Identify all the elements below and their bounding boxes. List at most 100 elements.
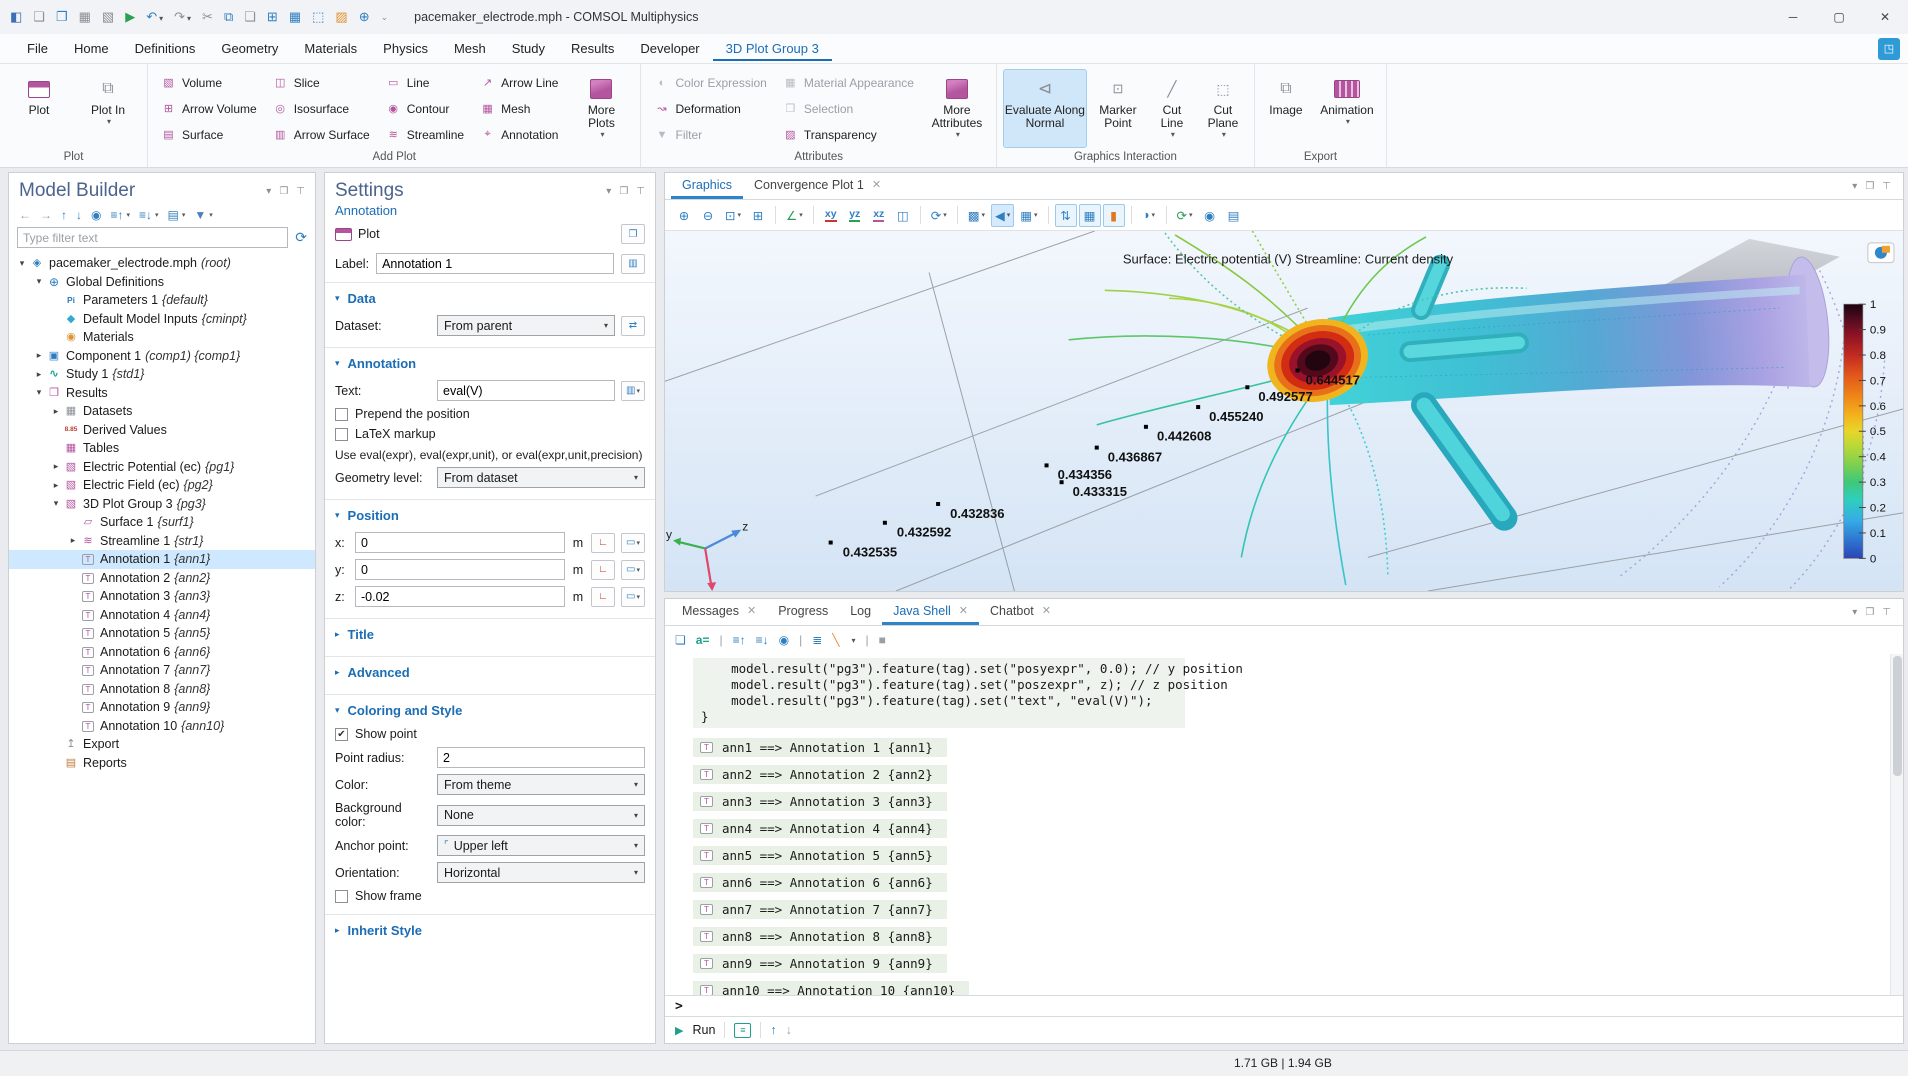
- qat-overflow-icon[interactable]: ⌄: [381, 12, 389, 23]
- close-tab-icon[interactable]: ✕: [747, 604, 756, 617]
- java-shell-output[interactable]: model.result("pg3").feature(tag).set("po…: [665, 654, 1903, 995]
- dataset-switch-button[interactable]: ⇄: [621, 316, 645, 336]
- filter-funnel-icon[interactable]: ▼: [194, 208, 206, 222]
- marker-point-button[interactable]: ⊡ Marker Point: [1090, 69, 1146, 148]
- orientation-select[interactable]: Horizontal▾: [437, 862, 645, 883]
- ribbon-slice-button[interactable]: ◫Slice: [266, 70, 377, 96]
- menu-definitions[interactable]: Definitions: [122, 35, 209, 62]
- find-icon[interactable]: ⊕: [359, 9, 370, 25]
- deselect-icon[interactable]: ▨: [335, 9, 347, 25]
- prepend-position-checkbox[interactable]: [335, 408, 348, 421]
- tree-item-surface-1[interactable]: Surface 1{surf1}: [9, 513, 315, 532]
- panel-pin-icon[interactable]: ⊤: [1882, 607, 1891, 618]
- panel-float-icon[interactable]: ❐: [619, 186, 628, 197]
- show-grid-icon[interactable]: ▦: [1079, 204, 1101, 227]
- save-icon[interactable]: ▦: [79, 9, 91, 25]
- open-file-icon[interactable]: ❐: [56, 9, 68, 25]
- history-up-icon[interactable]: ↑: [770, 1023, 776, 1037]
- history-down-icon[interactable]: ↓: [786, 1023, 792, 1037]
- plot-settings-button[interactable]: [1868, 243, 1894, 263]
- maximize-button[interactable]: ▢: [1816, 0, 1862, 34]
- ribbon-transparency-button[interactable]: ▨Transparency: [776, 122, 921, 148]
- tab-convergence-plot-1[interactable]: Convergence Plot 1✕: [743, 173, 892, 199]
- tree-item-component-1[interactable]: ▸Component 1(comp1) {comp1}: [9, 347, 315, 366]
- tab-graphics[interactable]: Graphics: [671, 173, 743, 199]
- tree-item-electric-potential-ec-[interactable]: ▸Electric Potential (ec){pg1}: [9, 458, 315, 477]
- menu-materials[interactable]: Materials: [291, 35, 370, 62]
- console-scrollbar[interactable]: [1890, 654, 1903, 995]
- plot-button[interactable]: Plot: [6, 69, 72, 148]
- back-icon[interactable]: ←: [19, 208, 31, 222]
- latex-markup-row[interactable]: LaTeX markup: [335, 424, 645, 444]
- select-box-icon[interactable]: ⬚: [312, 9, 324, 25]
- close-tab-icon[interactable]: ✕: [1042, 604, 1051, 617]
- refresh-icon[interactable]: ⟳: [295, 229, 307, 246]
- ribbon-mesh-button[interactable]: ▦Mesh: [473, 96, 565, 122]
- more-attributes-button[interactable]: More Attributes▾: [924, 69, 990, 148]
- panel-menu-icon[interactable]: ▾: [1852, 607, 1857, 618]
- tree-item-electric-field-ec-[interactable]: ▸Electric Field (ec){pg2}: [9, 476, 315, 495]
- color-palette-icon[interactable]: ◑▾: [1138, 204, 1160, 227]
- point-radius-input[interactable]: [437, 747, 645, 768]
- show-frame-row[interactable]: Show frame: [335, 886, 645, 906]
- default-view-icon[interactable]: ∠▾: [782, 204, 807, 227]
- tree-item-annotation-8[interactable]: Annotation 8{ann8}: [9, 680, 315, 699]
- ribbon-isosurface-button[interactable]: ◎Isosurface: [266, 96, 377, 122]
- show-color-legend-icon[interactable]: ▮: [1103, 204, 1125, 227]
- print-icon[interactable]: ▤: [1223, 204, 1245, 227]
- geometry-level-select[interactable]: From dataset▾: [437, 467, 645, 488]
- cut-icon[interactable]: ✂: [202, 9, 213, 25]
- position-x-input[interactable]: [355, 532, 565, 553]
- section-title[interactable]: ▸Title: [335, 622, 645, 648]
- move-down-icon[interactable]: ↓: [76, 208, 82, 222]
- panel-menu-icon[interactable]: ▾: [606, 186, 611, 197]
- menu-study[interactable]: Study: [499, 35, 558, 62]
- menu-home[interactable]: Home: [61, 35, 122, 62]
- ribbon-arrow-volume-button[interactable]: ⊞Arrow Volume: [154, 96, 264, 122]
- tree-item-annotation-3[interactable]: Annotation 3{ann3}: [9, 587, 315, 606]
- stop-icon[interactable]: ■: [879, 633, 886, 647]
- tree-filter-input[interactable]: [17, 227, 288, 248]
- settings-plot-button[interactable]: Plot: [335, 227, 380, 241]
- shell-prompt[interactable]: >: [665, 995, 1903, 1016]
- position-y-input[interactable]: [355, 559, 565, 580]
- unit-menu-button[interactable]: ▭▾: [621, 533, 645, 553]
- background-color-select[interactable]: None▾: [437, 805, 645, 826]
- forward-icon[interactable]: →: [40, 208, 52, 222]
- tree-item-annotation-6[interactable]: Annotation 6{ann6}: [9, 643, 315, 662]
- tree-item-annotation-5[interactable]: Annotation 5{ann5}: [9, 624, 315, 643]
- tree-item-global-definitions[interactable]: ▾Global Definitions: [9, 273, 315, 292]
- zoom-box-icon[interactable]: ⊡▾: [721, 204, 745, 227]
- show-point-checkbox[interactable]: ✔: [335, 728, 348, 741]
- close-tab-icon[interactable]: ✕: [959, 604, 968, 617]
- panel-menu-icon[interactable]: ▾: [1852, 181, 1857, 192]
- tree-item-export[interactable]: Export: [9, 735, 315, 754]
- panel-float-icon[interactable]: ❐: [279, 186, 288, 197]
- ribbon-deformation-button[interactable]: ↝Deformation: [647, 96, 773, 122]
- tree-item-datasets[interactable]: ▸Datasets: [9, 402, 315, 421]
- run-play-icon[interactable]: ▶: [675, 1024, 683, 1037]
- latex-markup-checkbox[interactable]: [335, 428, 348, 441]
- save-as-icon[interactable]: ▧: [102, 9, 114, 25]
- cut-plane-button[interactable]: ⬚ Cut Plane▾: [1198, 69, 1248, 148]
- rotate-icon[interactable]: ⟳▾: [927, 204, 951, 227]
- view-yz-icon[interactable]: yz: [844, 204, 866, 227]
- tree-item-derived-values[interactable]: Derived Values: [9, 421, 315, 440]
- tree-item-annotation-7[interactable]: Annotation 7{ann7}: [9, 661, 315, 680]
- position-z-input[interactable]: [355, 586, 565, 607]
- tree-item-study-1[interactable]: ▸Study 1{std1}: [9, 365, 315, 384]
- run-icon[interactable]: ▶: [125, 9, 135, 25]
- tree-item-annotation-10[interactable]: Annotation 10{ann10}: [9, 717, 315, 736]
- zoom-in-icon[interactable]: ⊕: [673, 204, 695, 227]
- color-select[interactable]: From theme▾: [437, 774, 645, 795]
- menu-geometry[interactable]: Geometry: [208, 35, 291, 62]
- tree-item-annotation-4[interactable]: Annotation 4{ann4}: [9, 606, 315, 625]
- section-annotation[interactable]: ▾Annotation: [335, 351, 645, 377]
- help-button[interactable]: ◳: [1878, 38, 1900, 60]
- tree-item-annotation-9[interactable]: Annotation 9{ann9}: [9, 698, 315, 717]
- annotation-label-input[interactable]: [376, 253, 614, 274]
- dataset-select[interactable]: From parent▾: [437, 315, 615, 336]
- tree-item-parameters-1[interactable]: Parameters 1{default}: [9, 291, 315, 310]
- menu-mesh[interactable]: Mesh: [441, 35, 499, 62]
- tab-progress[interactable]: Progress: [767, 599, 839, 625]
